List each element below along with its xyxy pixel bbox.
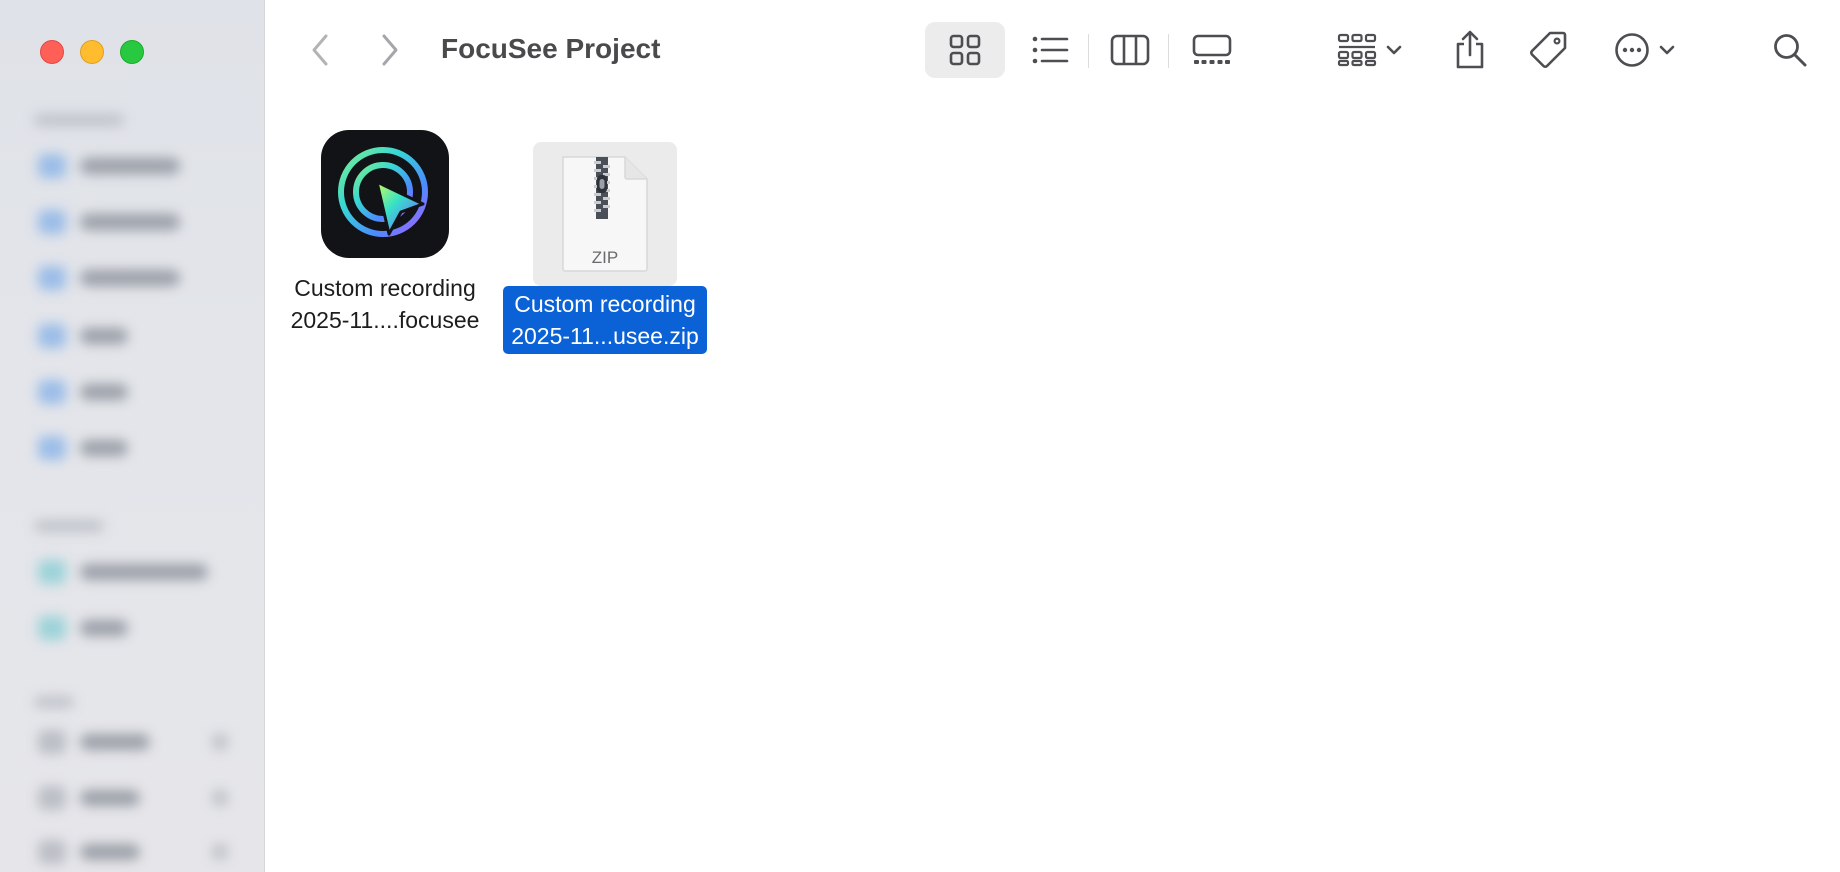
gallery-view-icon xyxy=(1192,34,1232,64)
share-icon xyxy=(1456,30,1484,69)
gallery-view-button[interactable] xyxy=(1180,22,1244,78)
toolbar: FocuSee Project xyxy=(265,0,1840,100)
chevron-right-icon xyxy=(382,34,398,66)
chevron-down-icon xyxy=(1386,45,1402,55)
file-browser-content[interactable]: Custom recording 2025-11....focusee Cust… xyxy=(265,100,1840,872)
file-name[interactable]: Custom recording 2025-11....focusee xyxy=(291,272,480,336)
group-by-icon xyxy=(1337,33,1377,67)
chevron-left-icon xyxy=(312,34,328,66)
more-actions-button[interactable] xyxy=(1605,22,1685,78)
sidebar-blurred-content xyxy=(0,90,264,872)
icon-view-button[interactable] xyxy=(925,22,1005,78)
forward-button[interactable] xyxy=(370,30,410,70)
sidebar-item[interactable] xyxy=(38,154,228,178)
close-window-button[interactable] xyxy=(40,40,64,64)
sidebar-item[interactable] xyxy=(38,840,228,864)
file-item[interactable]: Custom recording 2025-11....focusee xyxy=(285,130,485,336)
sidebar-item[interactable] xyxy=(38,730,228,754)
sidebar-item[interactable] xyxy=(38,786,228,810)
sidebar-item[interactable] xyxy=(38,266,228,290)
window-title: FocuSee Project xyxy=(441,33,661,64)
sidebar-item[interactable] xyxy=(38,436,228,460)
sidebar-item[interactable] xyxy=(38,324,228,348)
file-name-selected[interactable]: Custom recording 2025-11...usee.zip xyxy=(503,286,707,354)
list-view-icon xyxy=(1032,36,1069,64)
search-icon xyxy=(1774,34,1807,67)
minimize-window-button[interactable] xyxy=(80,40,104,64)
sidebar-item[interactable] xyxy=(38,380,228,404)
column-view-button[interactable] xyxy=(1100,22,1160,78)
back-button[interactable] xyxy=(300,30,340,70)
column-view-icon xyxy=(1110,34,1150,66)
sidebar xyxy=(0,0,265,872)
sidebar-item[interactable] xyxy=(38,210,228,234)
focusee-app-icon[interactable] xyxy=(321,130,449,258)
tag-icon xyxy=(1530,31,1567,68)
maximize-window-button[interactable] xyxy=(120,40,144,64)
finder-window: FocuSee Project Custom recording 2025-11… xyxy=(0,0,1840,872)
group-by-button[interactable] xyxy=(1330,22,1410,78)
file-name-line: Custom recording xyxy=(514,291,696,317)
list-view-button[interactable] xyxy=(1020,22,1080,78)
file-name-line: 2025-11....focusee xyxy=(290,307,480,333)
file-name-line: 2025-11...usee.zip xyxy=(511,323,699,349)
grid-view-icon xyxy=(949,34,981,66)
ellipsis-circle-icon xyxy=(1615,33,1649,67)
sidebar-item[interactable] xyxy=(38,616,228,640)
tags-button[interactable] xyxy=(1520,22,1576,78)
share-button[interactable] xyxy=(1445,22,1495,78)
sidebar-item[interactable] xyxy=(38,560,228,584)
zip-badge-text: ZIP xyxy=(591,248,619,267)
search-button[interactable] xyxy=(1765,22,1815,78)
file-name-line: Custom recording xyxy=(294,275,476,301)
chevron-down-icon xyxy=(1659,45,1675,55)
